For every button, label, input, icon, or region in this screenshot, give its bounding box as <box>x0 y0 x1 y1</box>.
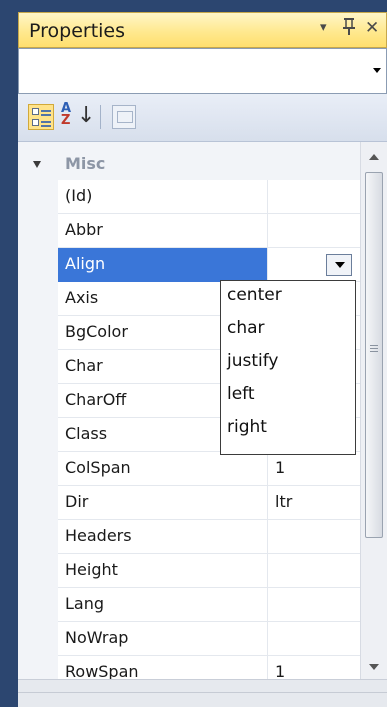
categorized-icon-line <box>41 121 51 123</box>
column-divider[interactable] <box>267 554 268 587</box>
property-name: Class <box>65 424 108 443</box>
property-value[interactable]: 1 <box>275 662 285 679</box>
align-option[interactable]: right <box>227 417 267 437</box>
categorized-view-button[interactable] <box>28 104 54 130</box>
column-divider[interactable] <box>267 248 268 281</box>
categorized-icon-box <box>32 119 39 126</box>
property-name: RowSpan <box>65 662 139 679</box>
property-name: Abbr <box>65 220 103 239</box>
column-divider[interactable] <box>267 486 268 519</box>
value-dropdown-button[interactable] <box>326 254 352 276</box>
categorized-icon <box>32 108 39 115</box>
property-pages-button[interactable] <box>112 105 136 129</box>
property-name: NoWrap <box>65 628 129 647</box>
align-option[interactable]: char <box>227 318 265 338</box>
properties-toolbar: A Z ↓ <box>18 94 387 142</box>
toolbar-separator <box>100 105 101 129</box>
property-row[interactable]: Abbr <box>58 214 360 248</box>
property-name: (Id) <box>65 186 93 205</box>
property-row[interactable]: Height <box>58 554 360 588</box>
property-row[interactable]: NoWrap <box>58 622 360 656</box>
column-divider[interactable] <box>267 520 268 553</box>
property-row[interactable]: Lang <box>58 588 360 622</box>
vertical-scrollbar[interactable] <box>360 142 387 679</box>
scroll-down-arrow-icon[interactable] <box>369 664 379 670</box>
bottom-panel-edge <box>18 679 387 707</box>
title-bar[interactable]: Properties ▾ ✕ <box>18 12 387 48</box>
property-name: Headers <box>65 526 132 545</box>
property-name: Char <box>65 356 103 375</box>
column-divider[interactable] <box>267 588 268 621</box>
properties-window: Properties ▾ ✕ A Z ↓ Misc (Id) Abbr Alig… <box>0 0 387 707</box>
property-name: Axis <box>65 288 99 307</box>
align-dropdown-list[interactable]: center char justify left right <box>220 280 356 455</box>
close-icon[interactable]: ✕ <box>365 18 379 38</box>
scroll-grip-icon <box>370 345 378 354</box>
align-option[interactable]: left <box>227 384 255 404</box>
window-title: Properties <box>29 20 126 42</box>
property-row[interactable]: ColSpan 1 <box>58 452 360 486</box>
property-row[interactable]: Dir ltr <box>58 486 360 520</box>
property-value[interactable]: 1 <box>275 458 285 477</box>
scroll-up-arrow-icon[interactable] <box>369 154 379 160</box>
property-name: Height <box>65 560 118 579</box>
column-divider[interactable] <box>267 452 268 485</box>
property-name: BgColor <box>65 322 128 341</box>
categorized-icon-line <box>41 125 51 127</box>
window-menu-icon[interactable]: ▾ <box>320 20 327 35</box>
object-selector-combo[interactable] <box>18 48 387 94</box>
alphabetical-sort-button[interactable]: A Z ↓ <box>61 102 95 131</box>
scroll-thumb[interactable] <box>365 172 383 538</box>
property-value[interactable]: ltr <box>275 492 292 511</box>
categorized-icon-line <box>41 114 51 116</box>
categorized-icon-line <box>41 110 51 112</box>
column-divider[interactable] <box>267 180 268 213</box>
column-divider[interactable] <box>267 214 268 247</box>
align-option[interactable]: center <box>227 285 282 305</box>
bottom-divider <box>18 692 387 693</box>
column-divider[interactable] <box>267 656 268 679</box>
collapse-arrow-icon[interactable] <box>33 161 41 168</box>
property-name: Align <box>65 254 106 273</box>
property-row[interactable]: RowSpan 1 <box>58 656 360 679</box>
property-name: ColSpan <box>65 458 131 477</box>
combo-dropdown-arrow-icon[interactable] <box>373 68 381 73</box>
align-option[interactable]: justify <box>227 351 279 371</box>
property-name: Dir <box>65 492 89 511</box>
sort-down-arrow-icon: ↓ <box>77 103 96 128</box>
category-label: Misc <box>65 154 106 173</box>
pin-icon[interactable] <box>342 18 356 41</box>
category-row-misc[interactable]: Misc <box>18 148 360 180</box>
column-divider[interactable] <box>267 622 268 655</box>
property-row[interactable]: Align <box>58 248 360 282</box>
property-row[interactable]: (Id) <box>58 180 360 214</box>
property-row[interactable]: Headers <box>58 520 360 554</box>
property-name: CharOff <box>65 390 127 409</box>
property-name: Lang <box>65 594 105 613</box>
